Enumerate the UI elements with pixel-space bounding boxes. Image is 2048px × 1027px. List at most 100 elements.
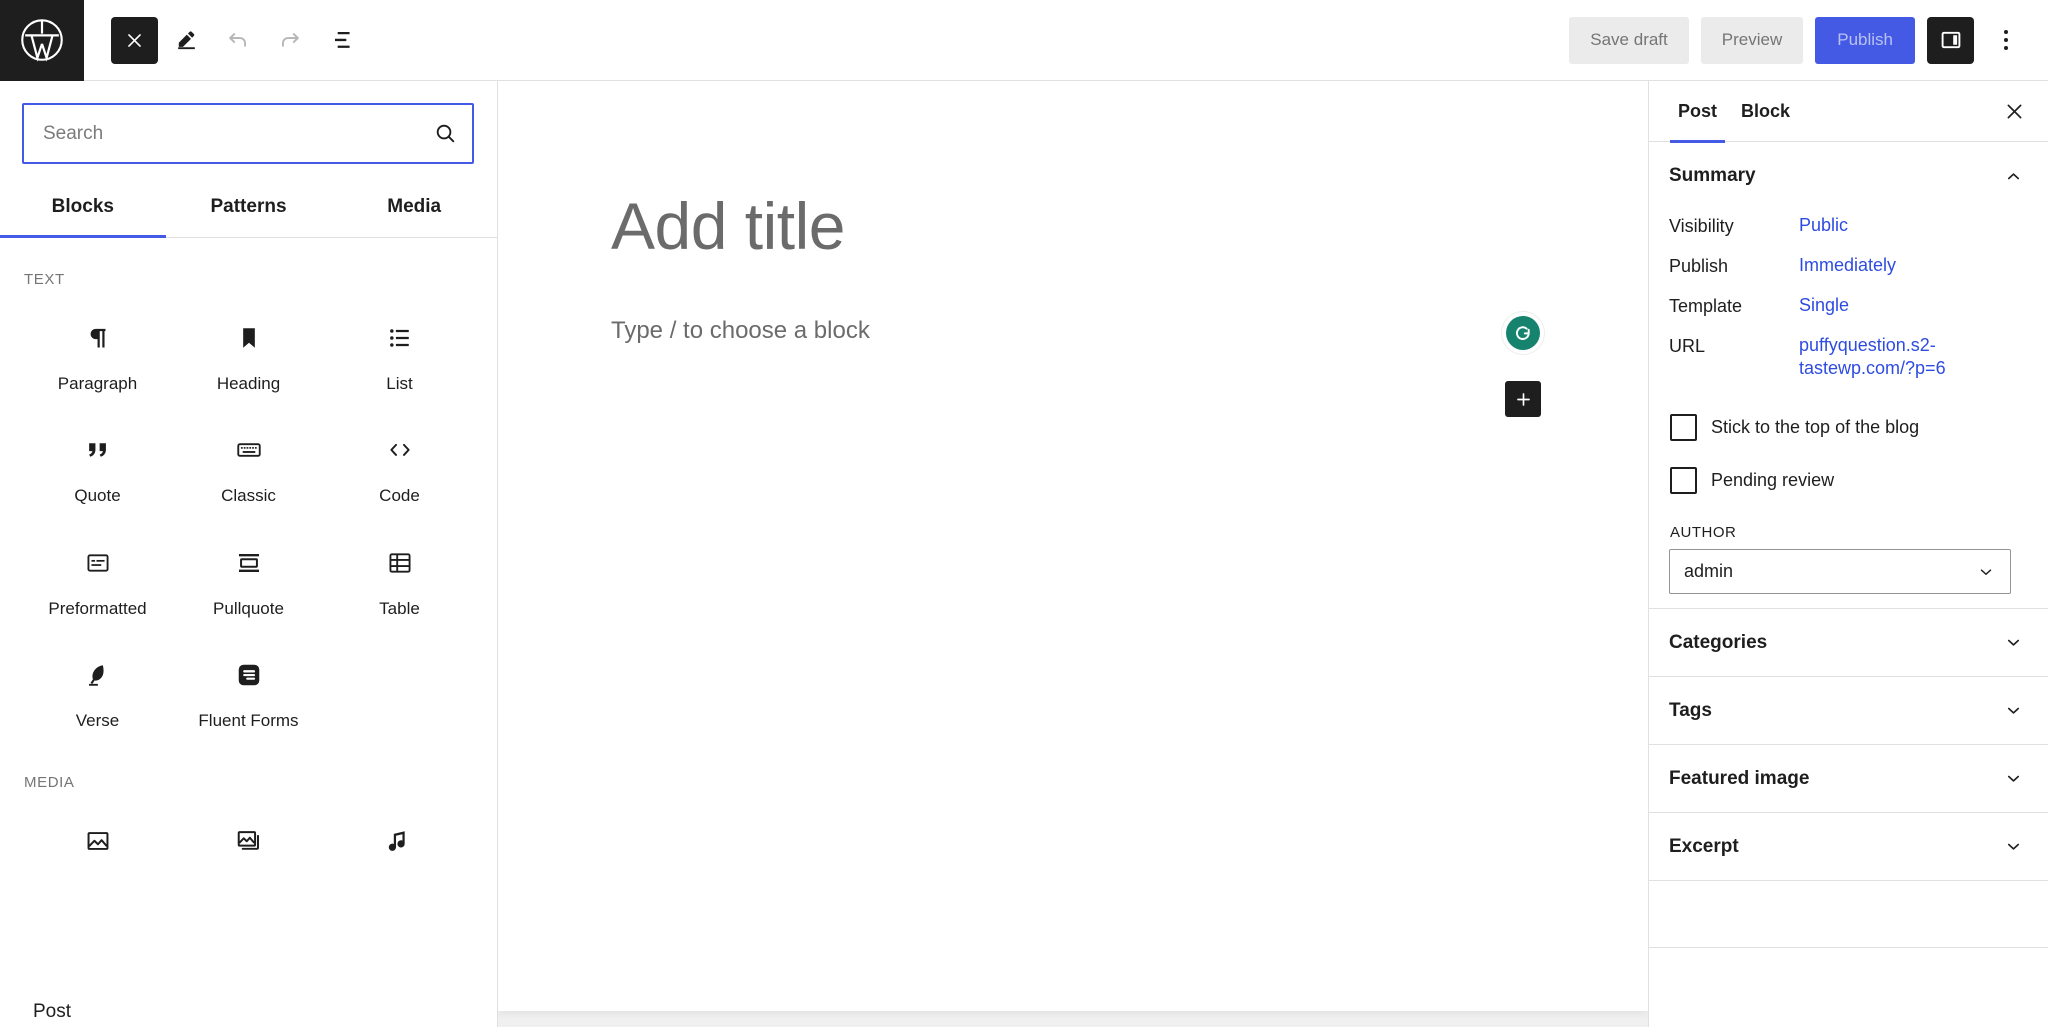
block-item-heading[interactable]: Heading xyxy=(173,296,324,408)
chevron-up-icon xyxy=(2001,164,2025,188)
block-item-code[interactable]: Code xyxy=(324,408,475,520)
post-title-input[interactable]: Add title xyxy=(611,188,845,264)
visibility-value-button[interactable]: Public xyxy=(1799,214,1848,237)
chevron-down-icon xyxy=(2001,767,2025,791)
panel-tags[interactable]: Tags xyxy=(1649,676,2048,744)
section-label-media: MEDIA xyxy=(24,773,75,791)
block-label: Code xyxy=(379,486,420,506)
code-angle-brackets-icon xyxy=(386,430,414,470)
panel-extra-divider xyxy=(1649,880,2048,949)
panel-featured-image[interactable]: Featured image xyxy=(1649,744,2048,812)
chevron-down-icon xyxy=(2001,835,2025,859)
list-icon xyxy=(386,318,414,358)
block-grid-text: Paragraph Heading List Quote Classic Cod… xyxy=(22,296,475,746)
more-options-vertical-dots-icon[interactable] xyxy=(1986,17,2026,64)
publish-button[interactable]: Publish xyxy=(1815,16,1915,64)
block-label: Verse xyxy=(75,711,120,731)
add-block-button[interactable] xyxy=(1505,381,1541,417)
block-label: Heading xyxy=(216,374,281,393)
panel-label: Featured image xyxy=(1669,767,1810,789)
block-item-verse[interactable]: Verse xyxy=(22,633,173,745)
summary-title: Summary xyxy=(1669,165,1756,186)
block-item-paragraph[interactable]: Paragraph xyxy=(22,296,173,408)
image-icon xyxy=(84,821,112,861)
summary-row-url: URL puffyquestion.s2-tastewp.com/?p=6 xyxy=(1669,326,2028,389)
post-editor-sheet[interactable]: Add title Type / to choose a block xyxy=(498,81,1648,1011)
summary-row-publish: Publish Immediately xyxy=(1669,246,2028,286)
save-draft-button[interactable]: Save draft xyxy=(1569,16,1689,64)
tab-patterns[interactable]: Patterns xyxy=(166,184,332,237)
block-list-scroll[interactable]: TEXT Paragraph Heading List Quote Classi… xyxy=(0,238,497,1027)
tab-block[interactable]: Block xyxy=(1729,81,1802,142)
wordpress-icon[interactable] xyxy=(0,0,84,81)
gallery-icon xyxy=(235,821,263,861)
block-label: Table xyxy=(379,598,420,618)
url-value-button[interactable]: puffyquestion.s2-tastewp.com/?p=6 xyxy=(1799,334,2004,380)
block-inserter-panel: Blocks Patterns Media TEXT Paragraph xyxy=(0,81,498,1027)
undo-arrow-icon[interactable] xyxy=(214,16,262,64)
row-key: Publish xyxy=(1669,256,1729,277)
chevron-down-icon xyxy=(2001,699,2025,723)
audio-note-icon xyxy=(386,821,414,861)
block-item-fluent-forms[interactable]: Fluent Forms xyxy=(173,633,324,745)
block-item-gallery[interactable] xyxy=(173,799,324,891)
publish-date-value-button[interactable]: Immediately xyxy=(1799,254,1896,277)
panel-categories[interactable]: Categories xyxy=(1649,608,2048,676)
settings-sidebar-icon[interactable] xyxy=(1927,16,1974,64)
block-item-image[interactable] xyxy=(22,799,173,891)
block-label: Fluent Forms xyxy=(198,711,299,731)
table-grid-icon xyxy=(386,543,414,583)
pending-review-label: Pending review xyxy=(1711,470,1835,491)
block-search-area xyxy=(0,81,497,164)
sticky-post-checkbox-row[interactable]: Stick to the top of the blog xyxy=(1669,401,2028,454)
block-item-quote[interactable]: Quote xyxy=(22,408,173,520)
block-item-list[interactable]: List xyxy=(324,296,475,408)
post-settings-sidebar: Post Block Summary Visibility Public Pub… xyxy=(1648,81,2048,1027)
search-input[interactable] xyxy=(43,122,433,145)
close-editor-button[interactable] xyxy=(111,16,158,64)
block-item-classic[interactable]: Classic xyxy=(173,408,324,520)
block-item-pullquote[interactable]: Pullquote xyxy=(173,521,324,633)
panel-excerpt[interactable]: Excerpt xyxy=(1649,812,2048,880)
edit-mode-pencil-icon[interactable] xyxy=(162,16,210,64)
author-select[interactable]: admin xyxy=(1669,549,2011,595)
block-item-audio[interactable] xyxy=(324,799,475,891)
dots-glyph xyxy=(2004,30,2008,50)
summary-panel-body: Visibility Public Publish Immediately Te… xyxy=(1649,206,2048,595)
panel-label: Excerpt xyxy=(1669,835,1739,857)
settings-tabs: Post Block xyxy=(1649,81,2048,143)
row-key: Visibility xyxy=(1669,216,1734,236)
post-body-input[interactable]: Type / to choose a block xyxy=(611,317,870,345)
summary-panel-header[interactable]: Summary xyxy=(1649,142,2048,206)
panel-label: Tags xyxy=(1669,699,1712,721)
pending-review-checkbox[interactable] xyxy=(1670,467,1697,495)
top-bar-left-tools xyxy=(84,16,366,64)
tab-media[interactable]: Media xyxy=(331,184,497,237)
redo-arrow-icon[interactable] xyxy=(266,16,314,64)
close-settings-icon[interactable] xyxy=(1994,91,2034,131)
panel-label: Categories xyxy=(1669,631,1768,653)
block-label: List xyxy=(386,374,413,393)
list-view-icon[interactable] xyxy=(318,16,366,64)
block-label: Classic xyxy=(221,486,276,506)
grammarly-g-icon[interactable] xyxy=(1501,311,1545,355)
row-key: Template xyxy=(1669,296,1743,317)
breadcrumb-post-label: Post xyxy=(33,1001,72,1022)
block-item-preformatted[interactable]: Preformatted xyxy=(22,521,173,633)
summary-row-visibility: Visibility Public xyxy=(1669,206,2028,246)
summary-row-template: Template Single xyxy=(1669,286,2028,326)
search-input-wrapper[interactable] xyxy=(22,103,474,164)
template-value-button[interactable]: Single xyxy=(1799,294,1849,317)
sticky-post-checkbox[interactable] xyxy=(1670,414,1697,442)
pullquote-icon xyxy=(235,543,263,583)
block-item-table[interactable]: Table xyxy=(324,521,475,633)
section-label-text: TEXT xyxy=(24,271,65,288)
tab-blocks[interactable]: Blocks xyxy=(0,184,166,238)
wordpress-block-editor: Save draft Preview Publish Search Blocks… xyxy=(0,0,2048,1027)
preformatted-icon xyxy=(84,543,112,583)
preview-button[interactable]: Preview xyxy=(1700,16,1804,64)
tab-post[interactable]: Post xyxy=(1666,81,1729,143)
heading-bookmark-icon xyxy=(235,318,263,358)
paragraph-pilcrow-icon xyxy=(84,318,112,358)
pending-review-checkbox-row[interactable]: Pending review xyxy=(1669,454,2028,507)
